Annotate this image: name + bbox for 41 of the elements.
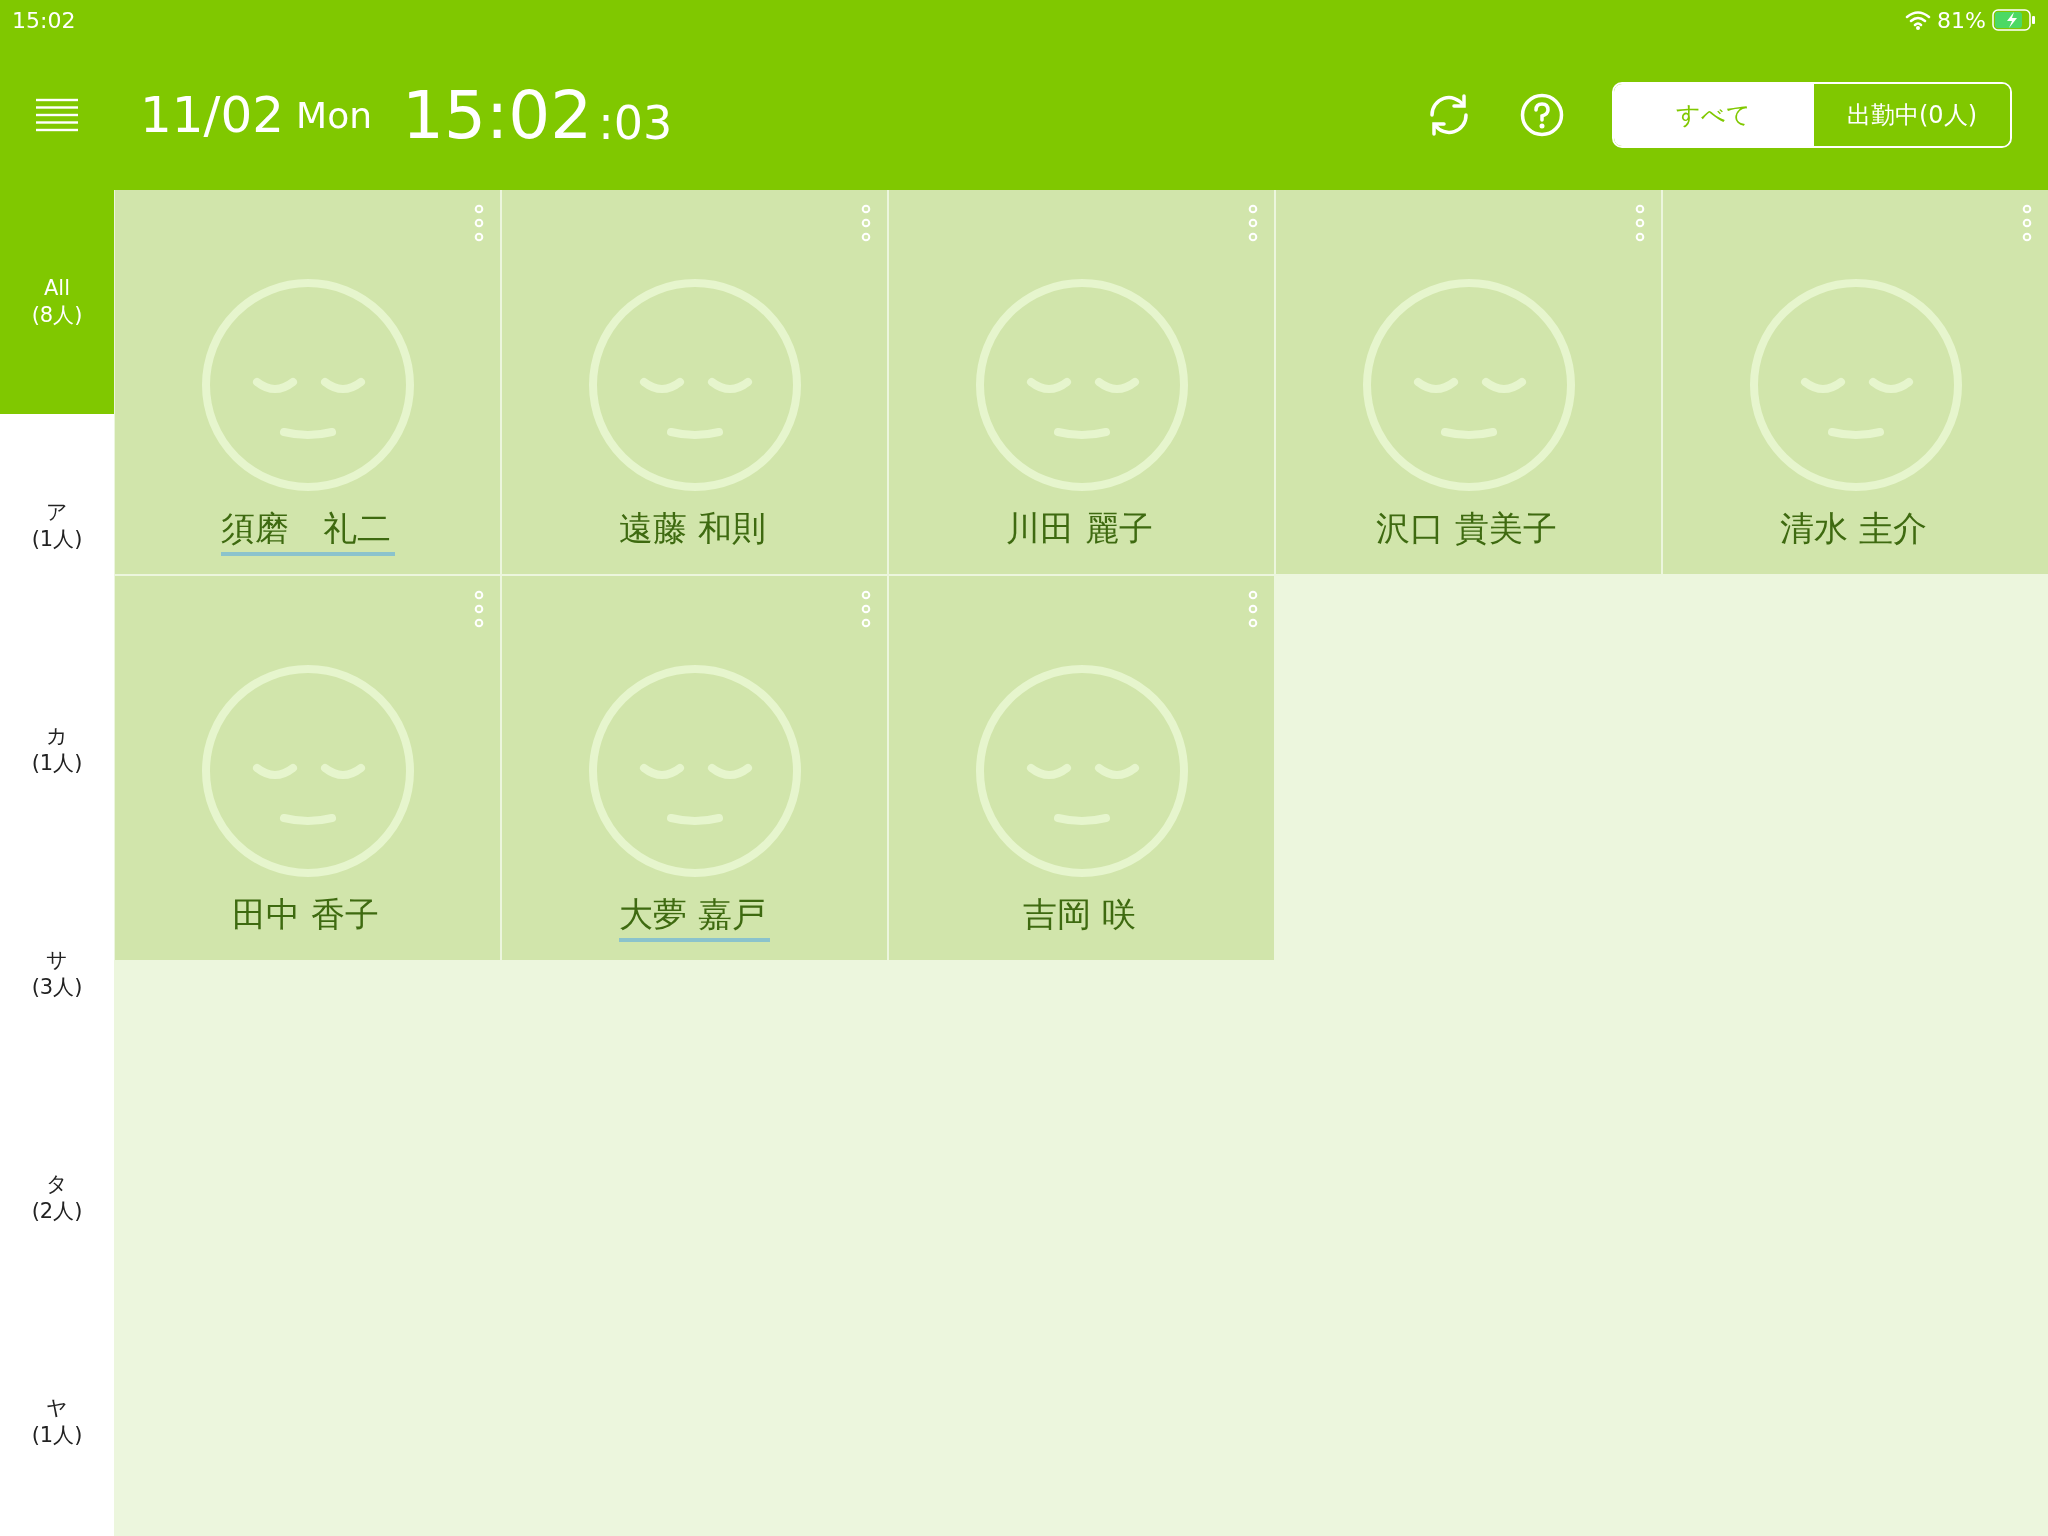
more-icon[interactable]: [1635, 204, 1645, 244]
sleeping-face-icon: [200, 278, 415, 492]
menu-icon[interactable]: [36, 98, 78, 132]
battery-percent: 81%: [1937, 7, 1986, 33]
clock-time: 15:02: [402, 76, 593, 154]
more-icon[interactable]: [474, 204, 484, 244]
more-icon[interactable]: [2022, 204, 2032, 244]
staff-name: 沢口 貴美子: [1376, 507, 1558, 550]
staff-name: 清水 圭介: [1780, 507, 1928, 550]
staff-card[interactable]: 大夢 嘉戸: [502, 576, 887, 960]
sleeping-face-icon: [587, 664, 802, 878]
staff-card[interactable]: 吉岡 咲: [889, 576, 1274, 960]
more-icon[interactable]: [474, 590, 484, 630]
sleeping-face-icon: [200, 664, 415, 878]
staff-card[interactable]: 田中 香子: [115, 576, 500, 960]
staff-name: 大夢 嘉戸: [619, 892, 770, 942]
clock-seconds: :03: [598, 96, 673, 150]
date: 11/02: [140, 86, 285, 144]
sleeping-face-icon: [1748, 278, 1963, 492]
staff-name: 須磨 礼二: [220, 506, 395, 556]
status-time: 15:02: [12, 7, 76, 33]
staff-name: 川田 麗子: [1006, 507, 1154, 550]
more-icon[interactable]: [861, 590, 871, 630]
more-icon[interactable]: [1248, 204, 1258, 244]
staff-card[interactable]: 川田 麗子: [889, 190, 1274, 574]
staff-name: 田中 香子: [232, 893, 380, 936]
staff-card[interactable]: 須磨 礼二: [115, 190, 500, 574]
help-icon[interactable]: [1520, 93, 1564, 137]
wifi-icon: [1905, 10, 1932, 30]
sleeping-face-icon: [587, 278, 802, 492]
sleeping-face-icon: [974, 278, 1189, 492]
sleeping-face-icon: [1361, 278, 1576, 492]
more-icon[interactable]: [1248, 590, 1258, 630]
more-icon[interactable]: [861, 204, 871, 244]
staff-card[interactable]: 遠藤 和則: [502, 190, 887, 574]
staff-name: 遠藤 和則: [619, 507, 767, 550]
staff-card[interactable]: 沢口 貴美子: [1276, 190, 1661, 574]
weekday: Mon: [296, 94, 372, 136]
staff-name: 吉岡 咲: [1023, 893, 1137, 936]
sleeping-face-icon: [974, 664, 1189, 878]
staff-card[interactable]: 清水 圭介: [1663, 190, 2048, 574]
